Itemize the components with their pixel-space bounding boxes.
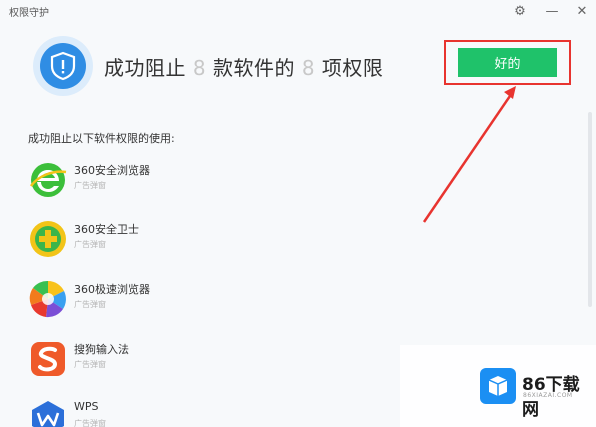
minimize-icon: — xyxy=(545,3,559,19)
summary-headline: 成功阻止 8 款软件的 8 项权限 xyxy=(104,52,383,81)
list-scrollbar[interactable] xyxy=(588,112,592,307)
minimize-button[interactable]: — xyxy=(538,0,566,22)
gear-icon: ⚙ xyxy=(514,3,526,19)
list-item: 360安全浏览器 广告弹窗 xyxy=(28,160,408,210)
blocked-permission: 广告弹窗 xyxy=(74,181,106,190)
sogou-input-icon xyxy=(31,342,65,376)
360-speed-browser-icon xyxy=(29,280,66,318)
app-name: WPS xyxy=(74,400,99,413)
app-name: 360安全卫士 xyxy=(74,223,139,236)
headline-middle: 款软件的 xyxy=(212,56,295,80)
app-name: 搜狗输入法 xyxy=(74,343,129,356)
ok-button[interactable]: 好的 xyxy=(458,48,557,77)
headline-prefix: 成功阻止 xyxy=(104,56,186,80)
blocked-permission: 广告弹窗 xyxy=(74,240,106,249)
watermark-subtext: 86XIAZAI.COM xyxy=(523,392,573,399)
shield-badge xyxy=(33,36,93,96)
blocked-permission: 广告弹窗 xyxy=(74,300,106,309)
settings-button[interactable]: ⚙ xyxy=(506,0,534,22)
headline-suffix: 项权限 xyxy=(321,56,384,80)
blocked-list-title: 成功阻止以下软件权限的使用: xyxy=(28,132,175,145)
blocked-app-count: 8 xyxy=(192,56,207,80)
360-security-icon xyxy=(30,221,66,257)
shield-icon xyxy=(50,51,76,81)
blocked-permission: 广告弹窗 xyxy=(74,360,106,369)
app-name: 360安全浏览器 xyxy=(74,164,150,177)
watermark-logo xyxy=(480,368,516,404)
window-title: 权限守护 xyxy=(9,8,49,19)
list-item: WPS 广告弹窗 xyxy=(28,398,408,427)
list-item: 360安全卫士 广告弹窗 xyxy=(28,219,408,269)
wps-icon xyxy=(32,401,64,427)
360-browser-icon xyxy=(29,163,67,197)
close-icon: ✕ xyxy=(576,3,588,19)
blocked-permission-count: 8 xyxy=(301,56,316,80)
list-item: 搜狗输入法 广告弹窗 xyxy=(28,339,408,389)
list-item: 360极速浏览器 广告弹窗 xyxy=(28,279,408,329)
close-button[interactable]: ✕ xyxy=(568,0,596,22)
title-bar: 权限守护 ⚙ — ✕ xyxy=(0,0,596,22)
app-name: 360极速浏览器 xyxy=(74,283,150,296)
blocked-permission: 广告弹窗 xyxy=(74,419,106,427)
